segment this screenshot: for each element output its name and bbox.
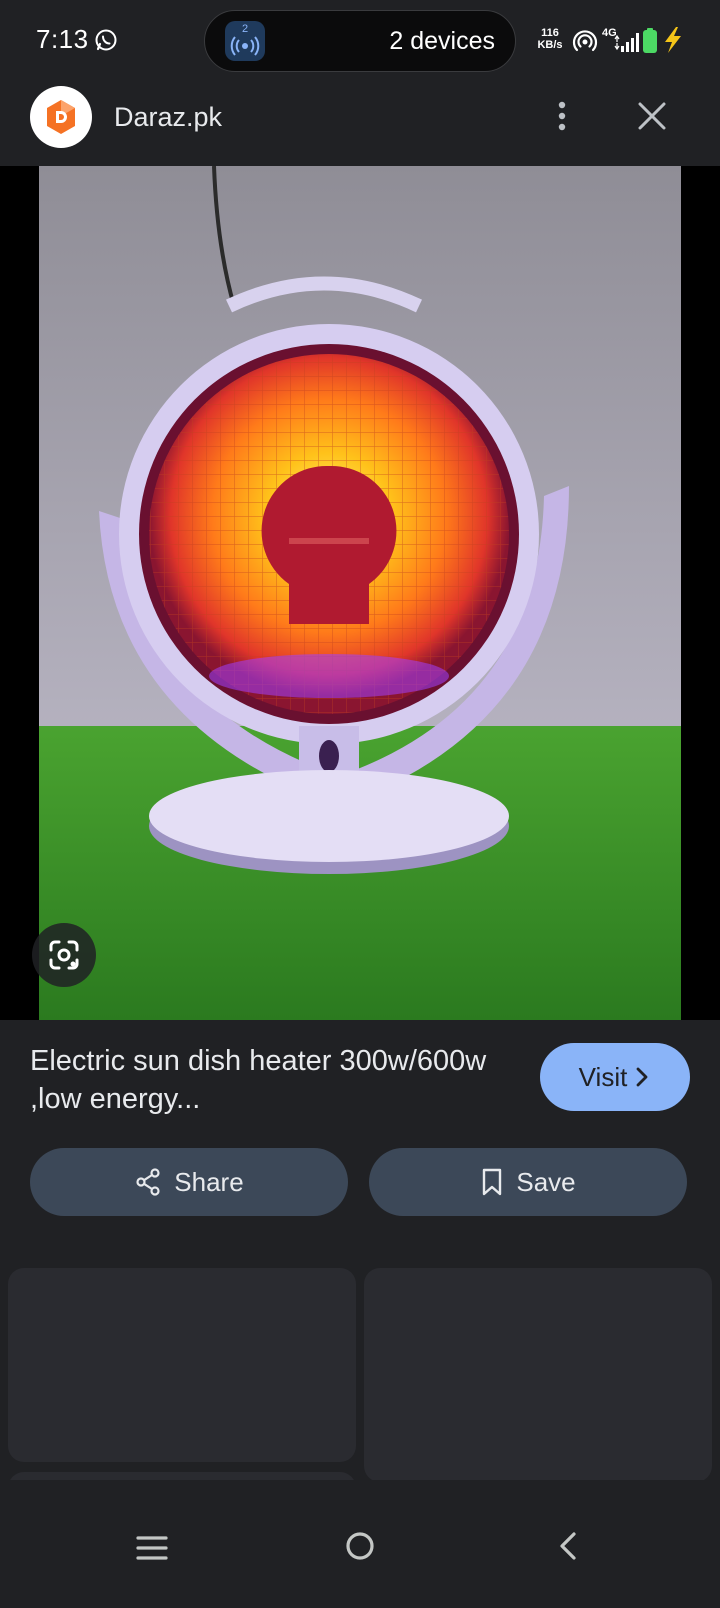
system-nav-bar xyxy=(0,1480,720,1608)
google-lens-button[interactable] xyxy=(32,923,96,987)
recents-icon[interactable] xyxy=(132,1528,172,1568)
close-icon[interactable] xyxy=(630,94,674,138)
visit-label: Visit xyxy=(578,1061,628,1092)
active-devices-pill[interactable]: 2 2 devices xyxy=(204,10,516,72)
device-count-badge: 2 xyxy=(241,23,249,35)
related-image-card[interactable] xyxy=(364,1268,712,1482)
hotspot-icon xyxy=(572,30,598,52)
back-icon[interactable] xyxy=(548,1526,588,1566)
visit-button[interactable]: Visit xyxy=(540,1043,690,1111)
daraz-logo[interactable] xyxy=(30,86,92,148)
devices-text: 2 devices xyxy=(389,27,495,55)
battery-icon xyxy=(643,28,657,53)
screen: 7:13 2 2 devices 116 KB/s 4G Daraz.pk El… xyxy=(0,0,720,1608)
status-time: 7:13 xyxy=(36,24,89,54)
site-name[interactable]: Daraz.pk xyxy=(114,102,222,133)
image-viewer[interactable] xyxy=(0,166,720,1020)
network-speed: 116 KB/s xyxy=(536,27,564,51)
charging-bolt-icon xyxy=(665,27,681,53)
signal-icon xyxy=(614,33,639,52)
status-bar: 7:13 2 2 devices 116 KB/s 4G xyxy=(0,0,720,82)
broadcast-icon: 2 xyxy=(225,21,265,61)
product-photo[interactable] xyxy=(39,166,681,1020)
google-lens-icon xyxy=(49,940,79,970)
share-button[interactable]: Share xyxy=(30,1148,348,1216)
whatsapp-icon xyxy=(95,29,117,51)
save-button[interactable]: Save xyxy=(369,1148,687,1216)
bookmark-icon xyxy=(483,1168,502,1196)
result-title[interactable]: Electric sun dish heater 300w/600w ,low … xyxy=(30,1042,500,1118)
share-icon xyxy=(136,1168,160,1196)
speed-unit: KB/s xyxy=(537,39,563,51)
more-vert-icon[interactable] xyxy=(540,94,584,138)
home-icon[interactable] xyxy=(340,1526,380,1566)
chevron-right-icon xyxy=(636,1067,648,1087)
related-image-card[interactable] xyxy=(8,1268,356,1462)
share-label: Share xyxy=(174,1166,244,1197)
viewer-header: Daraz.pk xyxy=(0,82,720,166)
speed-value: 116 xyxy=(541,27,559,39)
save-label: Save xyxy=(516,1166,576,1197)
